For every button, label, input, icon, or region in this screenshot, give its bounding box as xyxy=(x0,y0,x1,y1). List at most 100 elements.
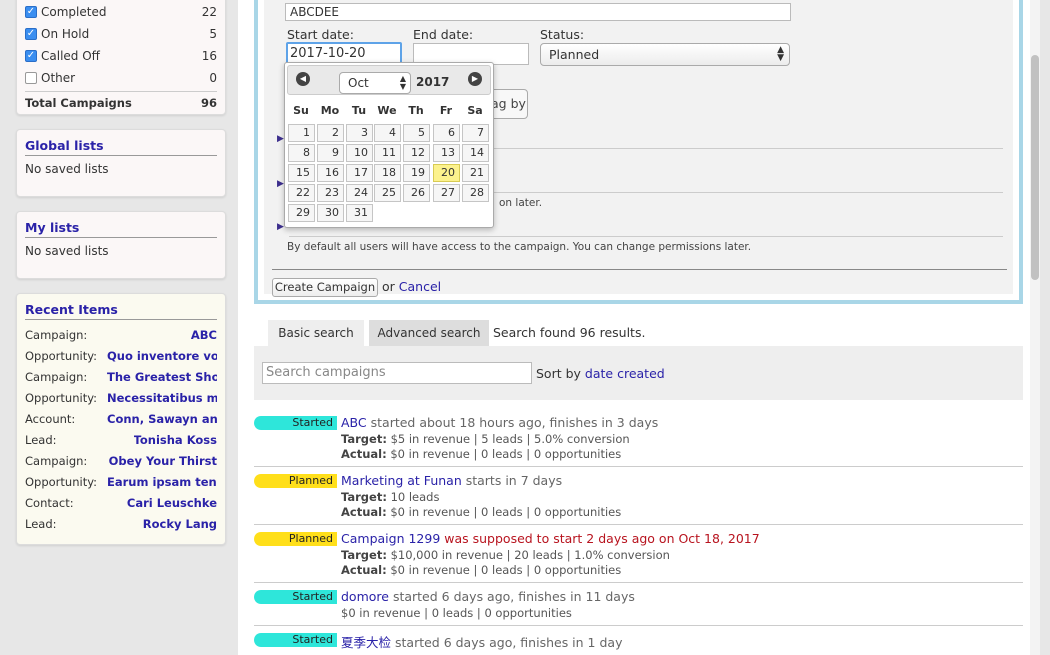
scrollbar-thumb[interactable] xyxy=(1031,55,1039,280)
calendar-day[interactable]: 31 xyxy=(346,204,373,222)
recent-item-link[interactable]: The Greatest Sho... xyxy=(107,370,217,384)
calendar-day[interactable]: 14 xyxy=(462,144,489,162)
tab-advanced-search[interactable]: Advanced search xyxy=(369,320,489,346)
search-campaigns-input[interactable]: Search campaigns xyxy=(262,362,532,384)
status-filter-called-off[interactable]: ✓ Called Off 16 xyxy=(25,45,217,67)
recent-item[interactable]: Opportunity: Quo inventore vo... xyxy=(17,345,225,366)
campaign-row: Started 夏季大检 started 6 days ago, finishe… xyxy=(254,633,1023,655)
cancel-link[interactable]: Cancel xyxy=(399,279,441,294)
create-campaign-button[interactable]: Create Campaign xyxy=(272,278,378,297)
recent-item[interactable]: Opportunity: Necessitatibus m... xyxy=(17,387,225,408)
recent-item[interactable]: Opportunity: Earum ipsam tene... xyxy=(17,471,225,492)
calendar-day[interactable]: 26 xyxy=(403,184,430,202)
end-date-label: End date: xyxy=(413,27,474,42)
calendar-day[interactable]: 2 xyxy=(317,124,344,142)
tag-button[interactable]: ag by xyxy=(488,89,528,119)
select-arrows-icon: ▲ ▼ xyxy=(777,45,784,63)
campaign-name-input[interactable]: ABCDEE xyxy=(285,3,791,21)
prev-month-icon[interactable]: ◀ xyxy=(296,72,310,86)
sort-control: Sort by date created xyxy=(536,366,665,381)
calendar-day[interactable]: 6 xyxy=(433,124,460,142)
target-label: Target: xyxy=(341,432,387,446)
campaign-link[interactable]: Campaign 1299 xyxy=(341,531,440,546)
calendar-day[interactable]: 29 xyxy=(288,204,315,222)
tab-basic-search[interactable]: Basic search xyxy=(268,320,364,346)
recent-item-link[interactable]: Earum ipsam tene... xyxy=(107,475,217,489)
expand-triangle-icon[interactable]: ▶ xyxy=(277,222,284,232)
permissions-help-text: By default all users will have access to… xyxy=(287,241,752,253)
recent-item-link[interactable]: ABC xyxy=(191,328,217,342)
calendar-day[interactable]: 4 xyxy=(374,124,401,142)
checkbox-unchecked-icon[interactable] xyxy=(25,72,37,84)
weekday-header: We xyxy=(377,104,397,117)
weekday-header: Fr xyxy=(439,104,453,117)
recent-item-link[interactable]: Conn, Sawayn and... xyxy=(107,412,217,426)
calendar-day[interactable]: 16 xyxy=(317,164,344,182)
calendar-day[interactable]: 25 xyxy=(374,184,401,202)
calendar-day[interactable]: 24 xyxy=(346,184,373,202)
calendar-day[interactable]: 7 xyxy=(462,124,489,142)
calendar-day[interactable]: 27 xyxy=(433,184,460,202)
next-month-icon[interactable]: ▶ xyxy=(468,72,482,86)
scrollbar[interactable] xyxy=(1030,0,1040,655)
calendar-day[interactable]: 22 xyxy=(288,184,315,202)
calendar-day[interactable]: 13 xyxy=(433,144,460,162)
calendar-day[interactable]: 5 xyxy=(403,124,430,142)
calendar-day[interactable]: 3 xyxy=(346,124,373,142)
sidebar: ✓ Completed 22 ✓ On Hold 5 ✓ Called Off … xyxy=(16,0,226,559)
month-select[interactable]: Oct ▲ ▼ xyxy=(339,72,411,94)
campaign-link[interactable]: domore xyxy=(341,589,389,604)
calendar-day[interactable]: 30 xyxy=(317,204,344,222)
recent-item[interactable]: Account: Conn, Sawayn and... xyxy=(17,408,225,429)
sort-label: Sort by xyxy=(536,366,581,381)
calendar-day[interactable]: 17 xyxy=(346,164,373,182)
status-label: Called Off xyxy=(41,49,100,63)
calendar-day[interactable]: 9 xyxy=(317,144,344,162)
calendar-day[interactable]: 11 xyxy=(374,144,401,162)
calendar-day-selected[interactable]: 20 xyxy=(433,164,460,182)
recent-item-type: Opportunity: xyxy=(25,390,98,405)
recent-item[interactable]: Campaign: Obey Your Thirst xyxy=(17,450,225,471)
recent-item[interactable]: Campaign: The Greatest Sho... xyxy=(17,366,225,387)
recent-item-link[interactable]: Obey Your Thirst xyxy=(109,454,217,468)
recent-item-link[interactable]: Rocky Lang xyxy=(143,517,217,531)
calendar-day[interactable]: 15 xyxy=(288,164,315,182)
campaign-link[interactable]: 夏季大检 xyxy=(341,635,391,650)
checkbox-checked-icon[interactable]: ✓ xyxy=(25,50,37,62)
calendar-day[interactable]: 28 xyxy=(462,184,489,202)
status-filter-on-hold[interactable]: ✓ On Hold 5 xyxy=(25,23,217,45)
checkbox-checked-icon[interactable]: ✓ xyxy=(25,6,37,18)
recent-item-link[interactable]: Quo inventore vo... xyxy=(107,349,217,363)
status-filter-completed[interactable]: ✓ Completed 22 xyxy=(25,1,217,23)
recent-item[interactable]: Campaign: ABC xyxy=(17,324,225,345)
campaign-link[interactable]: ABC xyxy=(341,415,367,430)
calendar-day[interactable]: 21 xyxy=(462,164,489,182)
sort-by-link[interactable]: date created xyxy=(585,366,665,381)
recent-item-link[interactable]: Cari Leuschke xyxy=(127,496,217,510)
calendar-day[interactable]: 1 xyxy=(288,124,315,142)
recent-item-type: Lead: xyxy=(25,432,57,447)
calendar-day[interactable]: 19 xyxy=(403,164,430,182)
actual-label: Actual: xyxy=(341,563,387,577)
recent-item-type: Account: xyxy=(25,411,76,426)
calendar-day[interactable]: 12 xyxy=(403,144,430,162)
campaign-link[interactable]: Marketing at Funan xyxy=(341,473,462,488)
status-filter-other[interactable]: Other 0 xyxy=(25,67,217,89)
calendar-day[interactable]: 18 xyxy=(374,164,401,182)
calendar-day[interactable]: 23 xyxy=(317,184,344,202)
campaign-target: Target: $5 in revenue | 5 leads | 5.0% c… xyxy=(341,432,630,446)
select-arrows-icon: ▲ ▼ xyxy=(399,74,406,91)
calendar-day[interactable]: 10 xyxy=(346,144,373,162)
expand-triangle-icon[interactable]: ▶ xyxy=(277,134,284,144)
recent-item[interactable]: Contact: Cari Leuschke xyxy=(17,492,225,513)
recent-item-link[interactable]: Tonisha Koss xyxy=(134,433,217,447)
recent-items-title: Recent Items xyxy=(25,302,118,317)
checkbox-checked-icon[interactable]: ✓ xyxy=(25,28,37,40)
recent-item[interactable]: Lead: Tonisha Koss xyxy=(17,429,225,450)
calendar-day[interactable]: 8 xyxy=(288,144,315,162)
recent-item[interactable]: Lead: Rocky Lang xyxy=(17,513,225,534)
my-lists-title: My lists xyxy=(25,220,80,235)
recent-item-link[interactable]: Necessitatibus m... xyxy=(107,391,217,405)
expand-triangle-icon[interactable]: ▶ xyxy=(277,179,284,189)
status-select[interactable]: Planned ▲ ▼ xyxy=(540,43,790,66)
